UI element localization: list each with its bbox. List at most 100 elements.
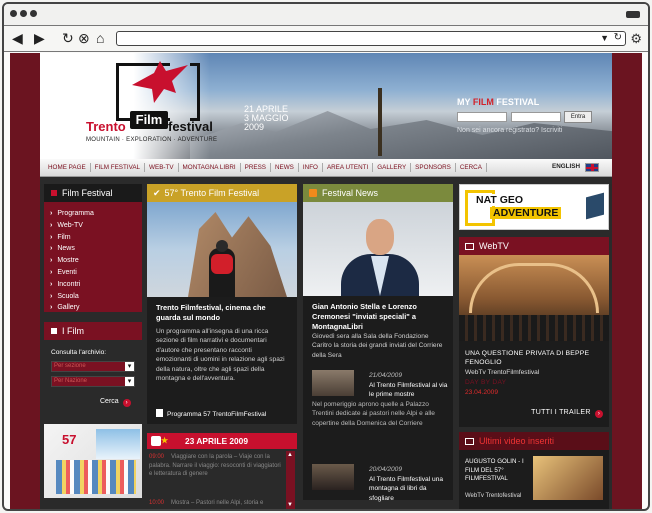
- section-select[interactable]: Per sezione: [51, 361, 135, 372]
- rss-icon[interactable]: [309, 189, 317, 197]
- arrow-right-icon: ›: [122, 399, 131, 407]
- latest-videos-title: Ultimi video inseriti: [479, 436, 555, 446]
- poster-number: 57: [62, 432, 77, 447]
- home-icon[interactable]: ⌂: [96, 30, 104, 46]
- featured-title[interactable]: Trento Filmfestival, cinema che guarda s…: [156, 303, 288, 323]
- i-film-title: I Film: [62, 326, 84, 336]
- webtv-date: 23.04.2009: [465, 389, 499, 396]
- uk-flag-icon[interactable]: [585, 163, 599, 172]
- featured-article: Trento Filmfestival, cinema che guarda s…: [147, 297, 297, 424]
- login-button[interactable]: Entra: [564, 111, 592, 123]
- title-bar: [4, 4, 648, 26]
- event-time: 10:00: [149, 500, 165, 506]
- news-thumbnail[interactable]: [312, 464, 354, 490]
- menu-item-scuola[interactable]: Scuola: [50, 291, 142, 303]
- event-item[interactable]: 09:00 Viaggiare con la parola – Viaje con…: [149, 453, 281, 479]
- natgeo-banner[interactable]: NAT GEO ADVENTURE: [459, 184, 609, 230]
- webtv-video[interactable]: [459, 255, 609, 341]
- climber-photo[interactable]: [147, 202, 297, 297]
- latest-video-thumbnail[interactable]: [533, 456, 603, 500]
- nav-item-info[interactable]: INFO: [299, 163, 323, 172]
- event-item[interactable]: 10:00 Mostra – Pastori nelle Alpi, storia…: [149, 499, 281, 508]
- logo-festival[interactable]: festival: [168, 119, 213, 134]
- tv-icon: [465, 438, 474, 445]
- logo-film[interactable]: Film: [130, 111, 168, 129]
- news-title[interactable]: Al Trento Filmfestival una montagna di l…: [369, 475, 449, 503]
- nav-item-area-utenti[interactable]: AREA UTENTI: [323, 163, 374, 172]
- webtv-source: WebTv TrentoFilmfestival: [465, 369, 540, 376]
- news-thumbnail[interactable]: [312, 370, 354, 396]
- event-time: 09:00: [149, 454, 165, 460]
- event-text: Mostra – Pastori nelle Alpi, storia e: [171, 500, 264, 506]
- page-viewport: Film Trento festival MOUNTAIN · EXPLORAT…: [10, 53, 642, 509]
- resize-handle[interactable]: [626, 11, 640, 18]
- menu-item-programma[interactable]: Programma: [50, 208, 142, 220]
- nav-item-gallery[interactable]: GALLERY: [373, 163, 412, 172]
- back-arrow-icon[interactable]: ◀: [12, 30, 23, 46]
- climber-head: [216, 240, 228, 252]
- stop-icon[interactable]: ⊗: [78, 30, 90, 46]
- search-button[interactable]: Cerca ›: [100, 398, 131, 407]
- menu-item-eventi[interactable]: Eventi: [50, 267, 142, 279]
- eagle-logo-icon: [132, 61, 188, 103]
- speaker-photo[interactable]: [303, 202, 453, 296]
- address-bar[interactable]: ▼ ↻: [116, 31, 626, 46]
- film-festival-menu: Programma Web-TV Film News Mostre Eventi…: [44, 202, 142, 312]
- register-link[interactable]: Non sei ancora registrato? Iscriviti: [457, 127, 562, 134]
- menu-item-gallery[interactable]: Gallery: [50, 302, 142, 314]
- festival-news-title: Festival News: [322, 188, 379, 198]
- latest-video-title[interactable]: AUGUSTO GOLIN - I FILM DEL 57° FILMFESTI…: [465, 458, 529, 484]
- my-prefix: MY: [457, 97, 471, 107]
- film-icon: [51, 328, 57, 334]
- festival-dates: 21 APRILE 3 MAGGIO 2009: [244, 105, 289, 132]
- maximize-dot[interactable]: [30, 10, 37, 17]
- star-icon: ★: [161, 436, 169, 445]
- logo-trento[interactable]: Trento: [86, 119, 126, 134]
- nav-item-film-festival[interactable]: FILM FESTIVAL: [91, 163, 146, 172]
- nav-item-press[interactable]: PRESS: [241, 163, 271, 172]
- my-suffix: FESTIVAL: [496, 97, 540, 107]
- webtv-box: WebTV UNA QUESTIONE PRIVATA DI BEPPE FEN…: [459, 237, 609, 427]
- webtv-header: WebTV: [459, 237, 609, 255]
- forward-arrow-icon[interactable]: ▶: [34, 30, 45, 46]
- featured-body: Un programma all'insegna di una ricca se…: [156, 328, 285, 383]
- i-film-header: I Film: [44, 322, 142, 340]
- nation-select[interactable]: Per Nazione: [51, 376, 135, 387]
- menu-item-web-tv[interactable]: Web-TV: [50, 220, 142, 232]
- festival-news-header: Festival News: [303, 184, 453, 202]
- nav-item-web-tv[interactable]: WEB-TV: [145, 163, 179, 172]
- gear-icon[interactable]: ⚙: [630, 31, 642, 47]
- password-field[interactable]: [511, 112, 561, 122]
- menu-item-film[interactable]: Film: [50, 232, 142, 244]
- news-date: 20/04/2009: [369, 466, 403, 473]
- nav-item-cerca[interactable]: CERCA: [456, 163, 487, 172]
- all-trailers-link[interactable]: TUTTI I TRAILER ›: [531, 409, 603, 418]
- reload-icon[interactable]: ↻: [62, 30, 74, 46]
- calendar-date: 23 APRILE 2009: [185, 436, 249, 446]
- go-icon[interactable]: ↻: [614, 32, 622, 43]
- language-switch[interactable]: ENGLISH: [552, 163, 580, 170]
- news-title[interactable]: Al Trento Filmfestival al via le prime m…: [369, 381, 449, 400]
- dropdown-arrow-icon[interactable]: ▼: [600, 33, 609, 43]
- nav-item-news[interactable]: NEWS: [271, 163, 299, 172]
- archive-label: Consulta l'archivio:: [51, 349, 107, 356]
- webtv-video-title[interactable]: UNA QUESTIONE PRIVATA DI BEPPE FENOGLIO: [465, 349, 605, 367]
- header-banner: Film Trento festival MOUNTAIN · EXPLORAT…: [40, 53, 612, 159]
- menu-item-incontri[interactable]: Incontri: [50, 279, 142, 291]
- calendar-scrollbar[interactable]: [286, 451, 295, 509]
- username-field[interactable]: [457, 112, 507, 122]
- nav-item-montagna-libri[interactable]: MONTAGNA LIBRI: [179, 163, 241, 172]
- lead-news-title[interactable]: Gian Antonio Stella e Lorenzo Cremonesi …: [312, 302, 444, 332]
- dates-line: 2009: [244, 122, 265, 132]
- news-list-2: 20/04/2009 Al Trento Filmfestival una mo…: [303, 460, 453, 503]
- close-dot[interactable]: [10, 10, 17, 17]
- nav-item-home[interactable]: HOME PAGE: [44, 163, 91, 172]
- menu-item-news[interactable]: News: [50, 243, 142, 255]
- event-calendar: ★ 23 APRILE 2009 09:00 Viaggiare con la pa…: [147, 433, 297, 509]
- festival-poster[interactable]: 57: [44, 424, 142, 498]
- nav-item-sponsors[interactable]: SPONSORS: [411, 163, 456, 172]
- window-controls[interactable]: [10, 10, 37, 17]
- programma-link[interactable]: Programma 57 TrentoFilmFestival: [156, 409, 266, 418]
- minimize-dot[interactable]: [20, 10, 27, 17]
- menu-item-mostre[interactable]: Mostre: [50, 255, 142, 267]
